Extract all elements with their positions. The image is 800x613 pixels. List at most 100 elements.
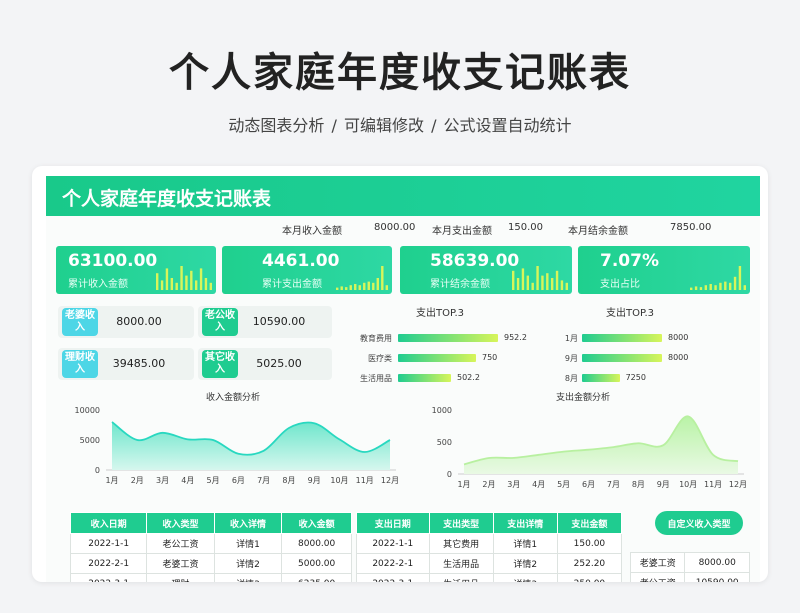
income-type-other: 其它收入 5025.00 xyxy=(198,348,332,380)
spark-bar xyxy=(555,270,559,290)
top-bar-value: 7250 xyxy=(625,373,646,382)
spark-bar xyxy=(363,282,366,290)
income-type-wife: 老婆收入 8000.00 xyxy=(58,306,194,338)
table-row: 2022-3-1理财详情36235.00 xyxy=(69,573,352,582)
spark-bar xyxy=(381,266,384,290)
income-type-value: 10590.00 xyxy=(252,315,306,328)
table-cell[interactable]: 2022-2-1 xyxy=(356,553,430,574)
x-tick-label: 3月 xyxy=(156,476,169,485)
kpi-label: 累计结余金额 xyxy=(430,279,490,290)
table-cell[interactable]: 2022-2-1 xyxy=(69,553,148,574)
kpi-expense-ratio: 7.07% 支出占比 xyxy=(578,246,750,294)
x-tick-label: 11月 xyxy=(704,480,722,489)
x-tick-label: 9月 xyxy=(657,480,670,489)
x-tick-label: 1月 xyxy=(105,476,118,485)
x-tick-label: 10月 xyxy=(330,476,348,485)
y-tick-label: 1000 xyxy=(432,406,452,415)
table-cell[interactable]: 6235.00 xyxy=(281,573,352,582)
spark-bar xyxy=(170,278,174,290)
top-bar xyxy=(582,334,662,342)
spark-bar xyxy=(512,270,515,290)
spark-bar xyxy=(358,285,361,290)
custom-income-type-button[interactable]: 自定义收入类型 xyxy=(655,511,743,535)
table-cell[interactable]: 2022-1-1 xyxy=(69,533,148,554)
spark-bar xyxy=(194,280,198,290)
income-type-finance: 理财收入 39485.00 xyxy=(58,348,194,380)
top-bar-value: 952.2 xyxy=(504,333,527,342)
top-bar-label: 生活用品 xyxy=(360,374,392,383)
top-bar-label: 1月 xyxy=(564,334,578,343)
table-cell[interactable]: 生活用品 xyxy=(428,573,494,582)
income-type-tag: 理财收入 xyxy=(62,350,98,378)
kpi-total-expense: 4461.00 累计支出金额 xyxy=(222,246,392,294)
expense-table: 支出日期 支出类型 支出详情 支出金额 2022-1-1 其它费用 详情1 150.00 202… xyxy=(356,512,623,582)
table-header: 收入金额 xyxy=(281,512,352,534)
spark-bar xyxy=(719,282,722,290)
table-cell[interactable]: 详情1 xyxy=(492,533,558,554)
x-tick-label: 5月 xyxy=(207,476,220,485)
table-cell[interactable]: 详情3 xyxy=(492,573,558,582)
table-cell[interactable]: 详情3 xyxy=(213,573,283,582)
table-cell[interactable]: 8000.00 xyxy=(281,533,352,554)
kpi-value: 58639.00 xyxy=(430,251,520,271)
table-cell[interactable]: 理财 xyxy=(146,573,215,582)
spark-bar xyxy=(733,276,737,290)
table-cell[interactable]: 详情1 xyxy=(213,533,283,554)
spark-bar xyxy=(175,282,178,290)
top-bar-label: 8月 xyxy=(564,374,578,383)
spark-bar xyxy=(526,275,530,290)
top-bar xyxy=(582,354,662,362)
table-cell[interactable]: 10590.00 xyxy=(684,572,750,582)
table-cell[interactable]: 252.20 xyxy=(556,553,623,574)
table-cell[interactable]: 老公工资 xyxy=(146,533,215,554)
table-cell[interactable]: 老公工资 xyxy=(629,572,686,582)
table-row: 2022-2-1 生活用品 详情2 252.20 xyxy=(356,553,623,574)
y-tick-label: 0 xyxy=(447,470,452,479)
stat-label-expense: 本月支出金额 xyxy=(432,226,492,237)
table-cell[interactable]: 详情2 xyxy=(213,553,283,574)
top-bar-label: 医疗类 xyxy=(368,354,392,363)
table-header: 收入详情 xyxy=(213,512,283,534)
expense-area-chart: 1000 500 0 1月 2月 3月 4月 5月 6月 7月 8月 9月 10月 11月 12月 xyxy=(432,406,747,489)
spark-bar xyxy=(536,266,539,290)
x-tick-label: 3月 xyxy=(507,480,520,489)
kpi-total-balance: 58639.00 累计结余金额 xyxy=(400,246,572,294)
kpi-label: 累计收入金额 xyxy=(68,279,128,290)
spark-bar xyxy=(345,287,348,290)
income-type-value: 39485.00 xyxy=(112,357,166,370)
spark-bar xyxy=(516,278,520,290)
x-tick-label: 11月 xyxy=(356,476,374,485)
table-cell[interactable]: 150.00 xyxy=(556,533,623,554)
income-type-husband: 老公收入 10590.00 xyxy=(198,306,332,338)
x-tick-label: 8月 xyxy=(282,476,295,485)
spreadsheet-view: 个人家庭年度收支记账表 本月收入金额 8000.00 本月支出金额 150.00… xyxy=(46,176,760,582)
table-cell[interactable]: 其它费用 xyxy=(428,533,494,554)
x-tick-label: 12月 xyxy=(381,476,399,485)
table-cell[interactable]: 生活用品 xyxy=(428,553,494,574)
top-category-title: 支出TOP.3 xyxy=(416,308,464,319)
table-cell[interactable]: 老婆工资 xyxy=(629,552,686,573)
spark-bar xyxy=(367,281,370,290)
table-cell[interactable]: 2022-3-1 xyxy=(69,573,148,582)
stat-value-expense: 150.00 xyxy=(508,222,543,233)
stat-label-income: 本月收入金额 xyxy=(282,226,342,237)
page-subtitle: 动态图表分析 / 可编辑修改 / 公式设置自动统计 xyxy=(228,116,572,135)
spark-bar xyxy=(156,273,159,290)
table-row: 2022-1-1 老公工资 详情1 8000.00 xyxy=(69,533,352,554)
spark-bar xyxy=(165,268,169,290)
table-cell[interactable]: 250.00 xyxy=(556,573,623,582)
spark-bar xyxy=(160,280,164,290)
table-cell[interactable]: 2022-1-1 xyxy=(356,533,430,554)
table-cell[interactable]: 老婆工资 xyxy=(146,553,215,574)
table-cell[interactable]: 5000.00 xyxy=(281,553,352,574)
spark-bar xyxy=(546,273,549,290)
table-cell[interactable]: 2022-3-1 xyxy=(356,573,430,582)
x-tick-label: 1月 xyxy=(457,480,470,489)
x-tick-label: 4月 xyxy=(181,476,194,485)
table-header: 支出类型 xyxy=(428,512,494,534)
spark-bar xyxy=(349,285,352,290)
table-cell[interactable]: 详情2 xyxy=(492,553,558,574)
table-cell[interactable]: 8000.00 xyxy=(684,552,750,573)
table-header: 收入日期 xyxy=(69,512,148,534)
y-tick-label: 5000 xyxy=(80,436,100,445)
